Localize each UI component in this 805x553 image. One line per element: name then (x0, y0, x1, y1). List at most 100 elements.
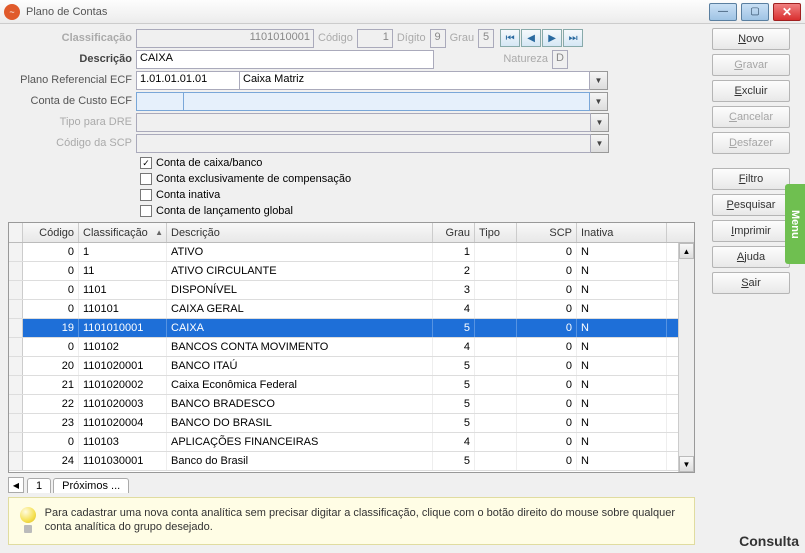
col-scp[interactable]: SCP (517, 223, 577, 242)
row-handle[interactable] (9, 395, 23, 413)
nav-prev-button[interactable]: ◀ (521, 29, 541, 47)
row-handle[interactable] (9, 281, 23, 299)
menu-side-tab[interactable]: Menu (785, 184, 805, 264)
field-codigo: 1 (357, 29, 393, 48)
field-descricao[interactable]: CAIXA (136, 50, 434, 69)
cell-classificacao: 1101020002 (79, 376, 167, 394)
row-handle[interactable] (9, 338, 23, 356)
table-row[interactable]: 221101020003BANCO BRADESCO50N (9, 395, 694, 414)
checkbox-3[interactable] (140, 205, 152, 217)
table-row[interactable]: 01101DISPONÍVEL30N (9, 281, 694, 300)
field-plano-ref-desc[interactable]: Caixa Matriz (240, 71, 590, 90)
checkbox-2[interactable] (140, 189, 152, 201)
excluir-button[interactable]: Excluir (712, 80, 790, 102)
table-row[interactable]: 191101010001CAIXA50N (9, 319, 694, 338)
novo-button[interactable]: Novo (712, 28, 790, 50)
nav-last-button[interactable]: ⏭ (563, 29, 583, 47)
filtro-button[interactable]: Filtro (712, 168, 790, 190)
cell-classificacao: 110101 (79, 300, 167, 318)
desfazer-button[interactable]: Desfazer (712, 132, 790, 154)
cell-scp: 0 (517, 281, 577, 299)
cell-classificacao: 1101 (79, 281, 167, 299)
row-handle[interactable] (9, 300, 23, 318)
scroll-down-button[interactable]: ▼ (679, 456, 694, 472)
col-descricao[interactable]: Descrição (167, 223, 433, 242)
tab-nav-prev[interactable]: ◀ (8, 477, 24, 493)
checkbox-label-2: Conta inativa (156, 189, 220, 201)
row-handle[interactable] (9, 357, 23, 375)
plano-ref-dropdown-button[interactable]: ▼ (590, 71, 608, 90)
cell-codigo: 23 (23, 414, 79, 432)
field-conta-custo-cod[interactable] (136, 92, 184, 111)
cell-codigo: 0 (23, 262, 79, 280)
minimize-button[interactable]: — (709, 3, 737, 21)
imprimir-button[interactable]: Imprimir (712, 220, 790, 242)
cell-classificacao: 11 (79, 262, 167, 280)
row-handle[interactable] (9, 414, 23, 432)
col-inativa[interactable]: Inativa (577, 223, 667, 242)
table-row[interactable]: 0110102BANCOS CONTA MOVIMENTO40N (9, 338, 694, 357)
label-conta-custo: Conta de Custo ECF (8, 95, 136, 107)
col-tipo[interactable]: Tipo (475, 223, 517, 242)
cell-scp: 0 (517, 300, 577, 318)
sair-button[interactable]: Sair (712, 272, 790, 294)
table-row[interactable]: 211101020002Caixa Econômica Federal50N (9, 376, 694, 395)
cell-descricao: BANCOS CONTA MOVIMENTO (167, 338, 433, 356)
pesquisar-button[interactable]: Pesquisar (712, 194, 790, 216)
cell-classificacao: 1101020004 (79, 414, 167, 432)
cancelar-button[interactable]: Cancelar (712, 106, 790, 128)
nav-first-button[interactable]: ⏮ (500, 29, 520, 47)
table-row[interactable]: 201101020001BANCO ITAÚ50N (9, 357, 694, 376)
label-tipo-dre: Tipo para DRE (8, 116, 136, 128)
col-grau[interactable]: Grau (433, 223, 475, 242)
table-row[interactable]: 011ATIVO CIRCULANTE20N (9, 262, 694, 281)
cell-grau: 4 (433, 433, 475, 451)
cell-codigo: 21 (23, 376, 79, 394)
tab-proximos[interactable]: Próximos ... (53, 478, 129, 493)
checkbox-1[interactable] (140, 173, 152, 185)
table-row[interactable]: 01ATIVO10N (9, 243, 694, 262)
cell-grau: 5 (433, 395, 475, 413)
cell-scp: 0 (517, 262, 577, 280)
tab-1[interactable]: 1 (27, 478, 51, 493)
table-row[interactable]: 241101030001Banco do Brasil50N (9, 452, 694, 471)
scroll-up-button[interactable]: ▲ (679, 243, 694, 259)
field-digito: 9 (430, 29, 446, 48)
cell-scp: 0 (517, 319, 577, 337)
field-conta-custo-desc[interactable] (184, 92, 590, 111)
cell-inativa: N (577, 243, 667, 261)
row-handle[interactable] (9, 452, 23, 470)
table-row[interactable]: 231101020004BANCO DO BRASIL50N (9, 414, 694, 433)
hint-panel: Para cadastrar uma nova conta analítica … (8, 497, 695, 545)
cell-tipo (475, 338, 517, 356)
table-row[interactable]: 0110101CAIXA GERAL40N (9, 300, 694, 319)
row-handle[interactable] (9, 262, 23, 280)
cell-codigo: 20 (23, 357, 79, 375)
cell-grau: 5 (433, 452, 475, 470)
maximize-button[interactable]: ▢ (741, 3, 769, 21)
row-handle[interactable] (9, 319, 23, 337)
close-button[interactable]: ✕ (773, 3, 801, 21)
field-tipo-dre (136, 113, 591, 132)
nav-next-button[interactable]: ▶ (542, 29, 562, 47)
row-handle[interactable] (9, 433, 23, 451)
col-classificacao[interactable]: Classificação▲ (79, 223, 167, 242)
cell-codigo: 0 (23, 338, 79, 356)
col-codigo[interactable]: Código (23, 223, 79, 242)
label-classificacao: Classificação (8, 32, 136, 44)
table-row[interactable]: 0110103APLICAÇÕES FINANCEIRAS40N (9, 433, 694, 452)
grid-vscrollbar[interactable]: ▲ ▼ (678, 243, 694, 472)
cell-grau: 5 (433, 376, 475, 394)
conta-custo-dropdown-button[interactable]: ▼ (590, 92, 608, 111)
row-handle[interactable] (9, 243, 23, 261)
ajuda-button[interactable]: Ajuda (712, 246, 790, 268)
codigo-scp-dropdown-button[interactable]: ▼ (591, 134, 609, 153)
form-area: Classificação 1101010001 Código 1 Dígito… (8, 28, 695, 219)
cell-tipo (475, 433, 517, 451)
cell-tipo (475, 281, 517, 299)
gravar-button[interactable]: Gravar (712, 54, 790, 76)
tipo-dre-dropdown-button[interactable]: ▼ (591, 113, 609, 132)
row-handle[interactable] (9, 376, 23, 394)
checkbox-0[interactable]: ✓ (140, 157, 152, 169)
field-plano-ref-cod[interactable]: 1.01.01.01.01 (136, 71, 240, 90)
